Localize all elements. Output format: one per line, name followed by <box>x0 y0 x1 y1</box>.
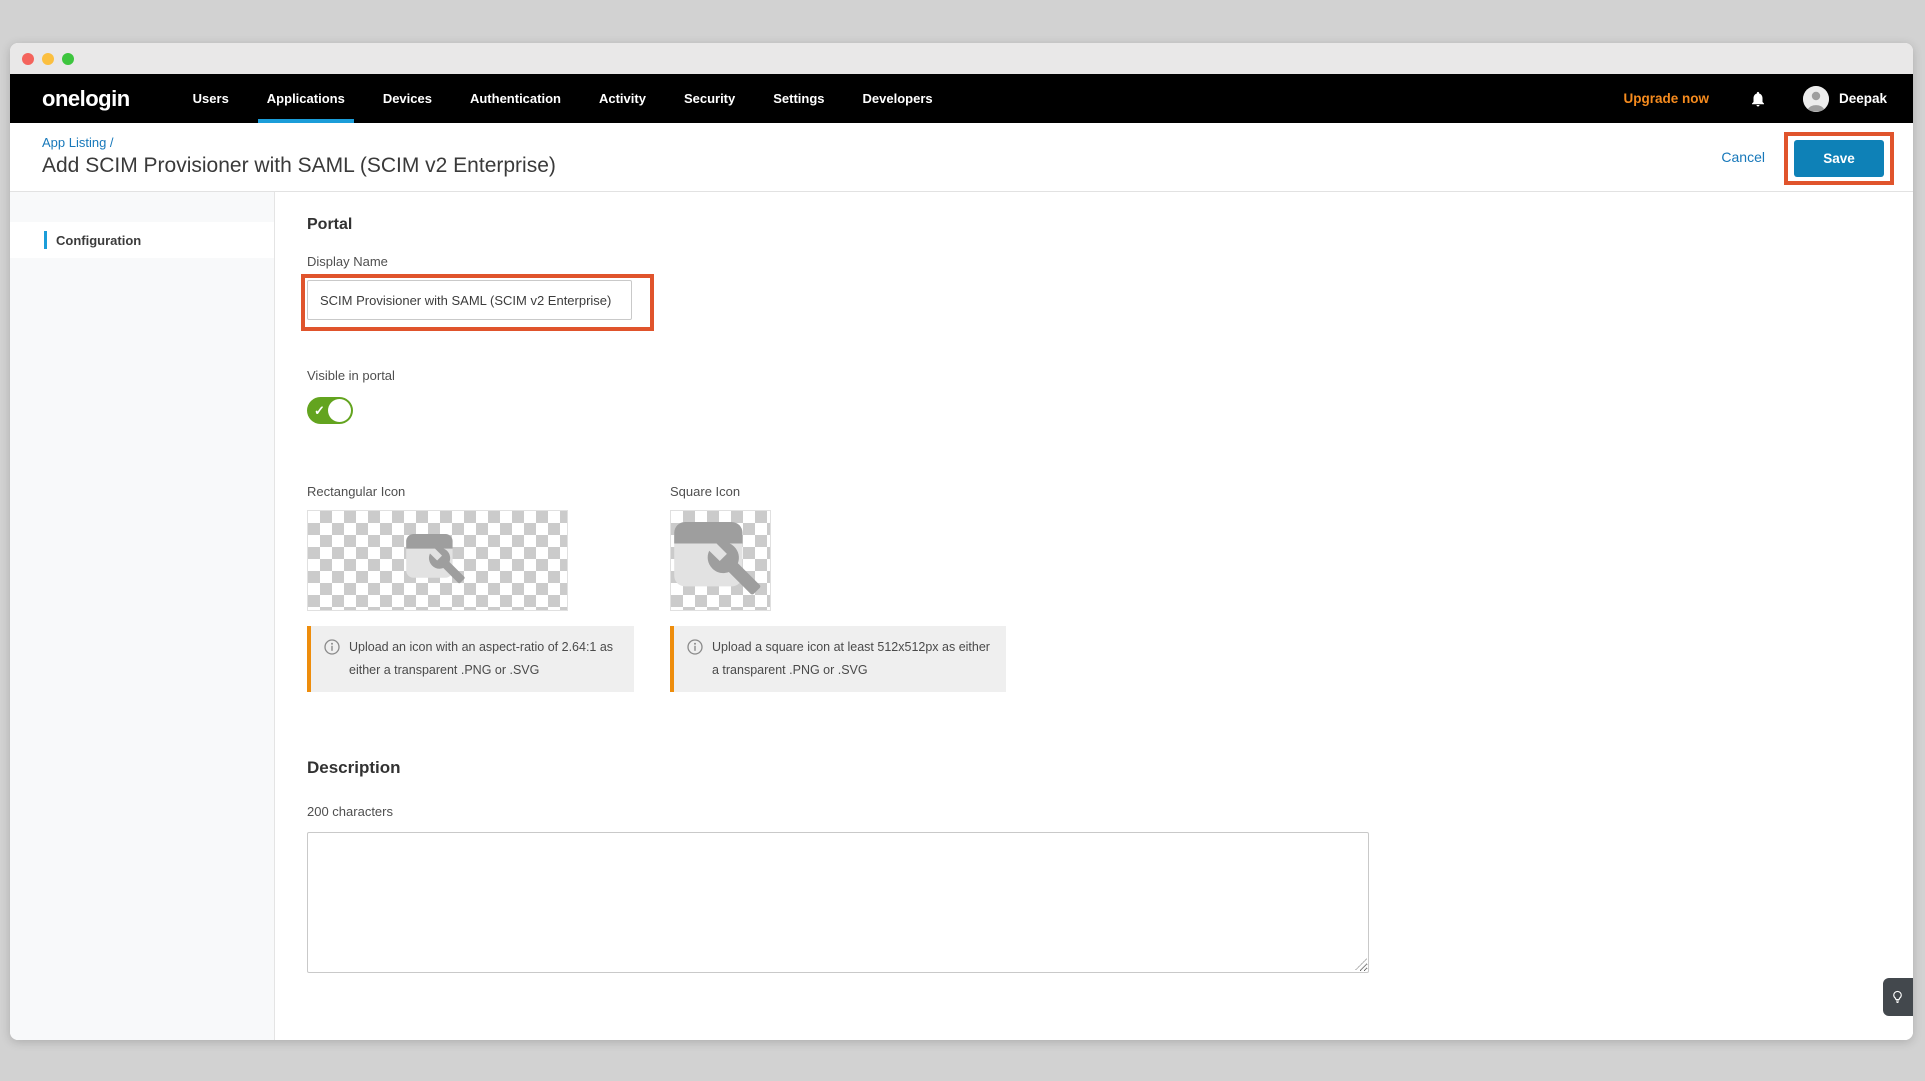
window-wrench-icon <box>674 522 768 600</box>
lightbulb-icon <box>1890 987 1905 1007</box>
app-window: onelogin Users Applications Devices Auth… <box>10 43 1913 1040</box>
active-marker <box>44 231 47 249</box>
info-icon <box>687 639 703 655</box>
portal-heading: Portal <box>307 216 352 234</box>
main-content: Portal Display Name Visible in portal ✓ … <box>275 192 1913 1040</box>
avatar[interactable] <box>1803 86 1829 112</box>
bell-icon[interactable] <box>1749 90 1767 108</box>
info-icon <box>324 639 340 655</box>
sidebar: Configuration <box>10 192 275 1040</box>
check-icon: ✓ <box>314 403 325 419</box>
rectangular-icon-preview[interactable] <box>307 510 568 611</box>
rectangular-icon-label: Rectangular Icon <box>307 484 405 499</box>
cancel-button[interactable]: Cancel <box>1721 149 1765 165</box>
nav-items: Users Applications Devices Authenticatio… <box>174 74 952 123</box>
nav-item-developers[interactable]: Developers <box>844 74 952 123</box>
page-title: Add SCIM Provisioner with SAML (SCIM v2 … <box>42 154 556 178</box>
toggle-knob <box>328 399 351 422</box>
description-textarea[interactable] <box>307 832 1369 973</box>
square-icon-label: Square Icon <box>670 484 740 499</box>
hint-text: Upload an icon with an aspect-ratio of 2… <box>349 640 613 677</box>
page-body: Configuration Portal Display Name Visibl… <box>10 192 1913 1040</box>
nav-item-settings[interactable]: Settings <box>754 74 843 123</box>
visible-in-portal-toggle[interactable]: ✓ <box>307 397 353 424</box>
square-icon-hint: Upload a square icon at least 512x512px … <box>670 626 1006 692</box>
window-titlebar <box>10 43 1913 74</box>
nav-right: Upgrade now Deepak <box>1623 74 1913 123</box>
nav-item-applications[interactable]: Applications <box>248 74 364 123</box>
save-button[interactable]: Save <box>1794 140 1884 177</box>
rectangular-icon-hint: Upload an icon with an aspect-ratio of 2… <box>307 626 634 692</box>
top-nav: onelogin Users Applications Devices Auth… <box>10 74 1913 123</box>
nav-item-authentication[interactable]: Authentication <box>451 74 580 123</box>
visible-in-portal-label: Visible in portal <box>307 368 395 383</box>
display-name-input[interactable] <box>307 280 632 320</box>
user-name[interactable]: Deepak <box>1839 91 1887 106</box>
nav-item-activity[interactable]: Activity <box>580 74 665 123</box>
zoom-window-button[interactable] <box>62 53 74 65</box>
upgrade-now-link[interactable]: Upgrade now <box>1623 91 1709 106</box>
page-header: App Listing / Add SCIM Provisioner with … <box>10 123 1913 192</box>
close-window-button[interactable] <box>22 53 34 65</box>
nav-item-security[interactable]: Security <box>665 74 754 123</box>
nav-item-devices[interactable]: Devices <box>364 74 451 123</box>
square-icon-preview[interactable] <box>670 510 771 611</box>
sidebar-item-label: Configuration <box>56 233 141 248</box>
hint-text: Upload a square icon at least 512x512px … <box>712 640 990 677</box>
window-wrench-icon <box>406 534 470 587</box>
breadcrumb[interactable]: App Listing / <box>42 135 114 150</box>
nav-item-users[interactable]: Users <box>174 74 248 123</box>
help-lightbulb-button[interactable] <box>1883 978 1913 1016</box>
character-count-label: 200 characters <box>307 804 393 819</box>
sidebar-item-configuration[interactable]: Configuration <box>10 222 274 258</box>
display-name-label: Display Name <box>307 254 388 269</box>
onelogin-logo[interactable]: onelogin <box>42 74 130 123</box>
description-heading: Description <box>307 758 401 778</box>
minimize-window-button[interactable] <box>42 53 54 65</box>
